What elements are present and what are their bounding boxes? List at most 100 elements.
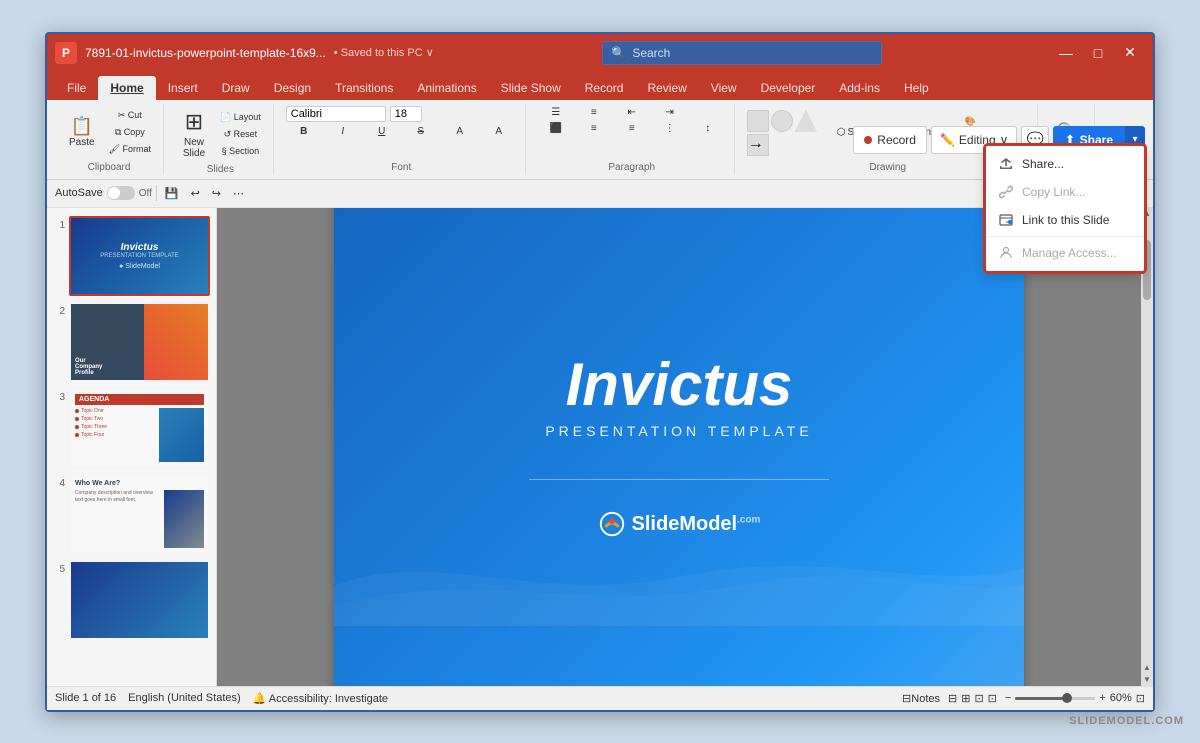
- shape-circle[interactable]: [771, 110, 793, 132]
- slides-buttons: ⊞ NewSlide 📄 Layout ↺ Reset § Section: [176, 106, 265, 162]
- vertical-scrollbar[interactable]: ▲ ▲ ▼: [1141, 208, 1153, 686]
- record-button[interactable]: Record: [853, 126, 927, 154]
- scroll-down-arrow-2[interactable]: ▼: [1141, 674, 1153, 686]
- slide-thumb-2[interactable]: OurCompanyProfile: [69, 302, 210, 382]
- toggle-off-label: Off: [139, 188, 152, 199]
- tab-animations[interactable]: Animations: [405, 76, 488, 100]
- tab-design[interactable]: Design: [262, 76, 323, 100]
- paste-icon: 📋: [71, 117, 93, 135]
- shape-arrow[interactable]: →: [747, 134, 769, 156]
- tab-review[interactable]: Review: [635, 76, 698, 100]
- align-left-button[interactable]: ⬛: [538, 122, 574, 135]
- highlight-button[interactable]: A: [481, 125, 517, 138]
- slide-thumb-wrapper-5: 5: [53, 560, 210, 640]
- notes-button[interactable]: ⊟Notes: [902, 692, 940, 705]
- new-slide-button[interactable]: ⊞ NewSlide: [176, 106, 212, 162]
- tab-transitions[interactable]: Transitions: [323, 76, 405, 100]
- accessibility-label[interactable]: 🔔 Accessibility: Investigate: [253, 692, 388, 705]
- shape-rect[interactable]: [747, 110, 769, 132]
- fit-page-button[interactable]: ⊡: [1136, 692, 1145, 705]
- italic-button[interactable]: I: [325, 125, 361, 138]
- tab-home[interactable]: Home: [98, 76, 155, 100]
- tab-draw[interactable]: Draw: [210, 76, 262, 100]
- search-area: 🔍 Search: [442, 41, 1043, 65]
- paste-button[interactable]: 📋 Paste: [63, 114, 101, 151]
- grid-view-icon[interactable]: ⊞: [961, 692, 970, 705]
- indent-more-button[interactable]: ⇥: [652, 106, 688, 119]
- copy-button[interactable]: ⧉ Copy: [105, 125, 155, 140]
- slide-num-1: 1: [53, 216, 65, 231]
- tab-record[interactable]: Record: [573, 76, 636, 100]
- align-right-button[interactable]: ≡: [614, 122, 650, 135]
- tab-view[interactable]: View: [699, 76, 749, 100]
- minimize-button[interactable]: —: [1051, 41, 1081, 65]
- underline-button[interactable]: U: [364, 125, 400, 138]
- numbering-button[interactable]: ≡: [576, 106, 612, 119]
- indent-less-button[interactable]: ⇤: [614, 106, 650, 119]
- thumb-2-right: [144, 304, 209, 380]
- slide-thumb-3[interactable]: AGENDA Topic One Topic Two Topic Three T…: [69, 388, 210, 468]
- bold-button[interactable]: B: [286, 125, 322, 138]
- section-button[interactable]: § Section: [216, 144, 265, 158]
- thumb-3-header: AGENDA: [75, 394, 204, 405]
- link-to-slide-menu-item[interactable]: Link to this Slide: [986, 206, 1144, 234]
- zoom-slider[interactable]: [1015, 697, 1095, 700]
- restore-button[interactable]: □: [1083, 41, 1113, 65]
- view-controls: ⊟ ⊞ ⊡ ⊡: [948, 692, 997, 705]
- status-bar: Slide 1 of 16 English (United States) 🔔 …: [47, 686, 1153, 710]
- zoom-in-button[interactable]: +: [1099, 692, 1105, 704]
- record-dot: [864, 136, 872, 144]
- strikethrough-button[interactable]: S: [403, 125, 439, 138]
- slide-thumb-4[interactable]: Who We Are? Company description and over…: [69, 474, 210, 554]
- paragraph-label: Paragraph: [608, 160, 655, 173]
- slideshow-icon[interactable]: ⊡: [988, 692, 997, 705]
- slide-thumb-5[interactable]: [69, 560, 210, 640]
- tab-insert[interactable]: Insert: [156, 76, 210, 100]
- redo-icon: ↪: [212, 187, 221, 200]
- align-center-button[interactable]: ≡: [576, 122, 612, 135]
- paragraph-group: ☰ ≡ ⇤ ⇥ ⬛ ≡ ≡ ⋮ ↕ Paragraph: [530, 104, 735, 175]
- toggle-knob: [108, 187, 120, 199]
- tab-file[interactable]: File: [55, 76, 98, 100]
- thumb-3-item-1: Topic One: [75, 408, 155, 414]
- format-painter-button[interactable]: 🖌 Format: [105, 142, 155, 157]
- thumb-1-title: Invictus: [121, 242, 159, 253]
- slide-num-5: 5: [53, 560, 65, 575]
- line-spacing-button[interactable]: ↕: [690, 122, 726, 135]
- search-box[interactable]: 🔍 Search: [602, 41, 882, 65]
- scroll-down-arrow-1[interactable]: ▲: [1141, 662, 1153, 674]
- tab-slideshow[interactable]: Slide Show: [489, 76, 573, 100]
- link-to-slide-label: Link to this Slide: [1022, 213, 1109, 227]
- slides-group: ⊞ NewSlide 📄 Layout ↺ Reset § Section Sl…: [168, 104, 274, 175]
- undo-button[interactable]: ↩: [187, 185, 204, 202]
- manage-access-label: Manage Access...: [1022, 246, 1117, 260]
- font-family-select[interactable]: Calibri: [286, 106, 386, 122]
- shape-triangle[interactable]: [795, 110, 817, 132]
- autosave-toggle[interactable]: [107, 186, 135, 200]
- zoom-thumb: [1062, 693, 1072, 703]
- zoom-out-button[interactable]: −: [1005, 692, 1011, 704]
- font-size-select[interactable]: 18: [390, 106, 422, 122]
- layout-button[interactable]: 📄 Layout: [216, 110, 265, 125]
- slide-thumb-wrapper-1: 1 Invictus PRESENTATION TEMPLATE ● Slide…: [53, 216, 210, 296]
- font-color-button[interactable]: A: [442, 125, 478, 138]
- editing-icon: ✏️: [940, 133, 955, 147]
- share-menu-label: Share...: [1022, 157, 1064, 171]
- tab-help[interactable]: Help: [892, 76, 941, 100]
- slide-view-icon[interactable]: ⊟: [948, 692, 957, 705]
- tab-developer[interactable]: Developer: [749, 76, 828, 100]
- more-tools-button[interactable]: ⋯: [229, 185, 248, 202]
- cut-button[interactable]: ✂ Cut: [105, 108, 155, 123]
- save-button[interactable]: 💾: [161, 185, 183, 202]
- columns-button[interactable]: ⋮: [652, 122, 688, 135]
- slide-thumb-1[interactable]: Invictus PRESENTATION TEMPLATE ● SlideMo…: [69, 216, 210, 296]
- tab-addins[interactable]: Add-ins: [827, 76, 892, 100]
- ribbon-tabs: File Home Insert Draw Design Transitions…: [47, 72, 1153, 100]
- share-menu-item[interactable]: Share...: [986, 150, 1144, 178]
- bullets-button[interactable]: ☰: [538, 106, 574, 119]
- reading-view-icon[interactable]: ⊡: [974, 692, 983, 705]
- reset-button[interactable]: ↺ Reset: [216, 127, 265, 142]
- main-slide-canvas: Invictus PRESENTATION TEMPLATE SlideMode…: [334, 208, 1024, 686]
- redo-button[interactable]: ↪: [208, 185, 225, 202]
- close-button[interactable]: ✕: [1115, 41, 1145, 65]
